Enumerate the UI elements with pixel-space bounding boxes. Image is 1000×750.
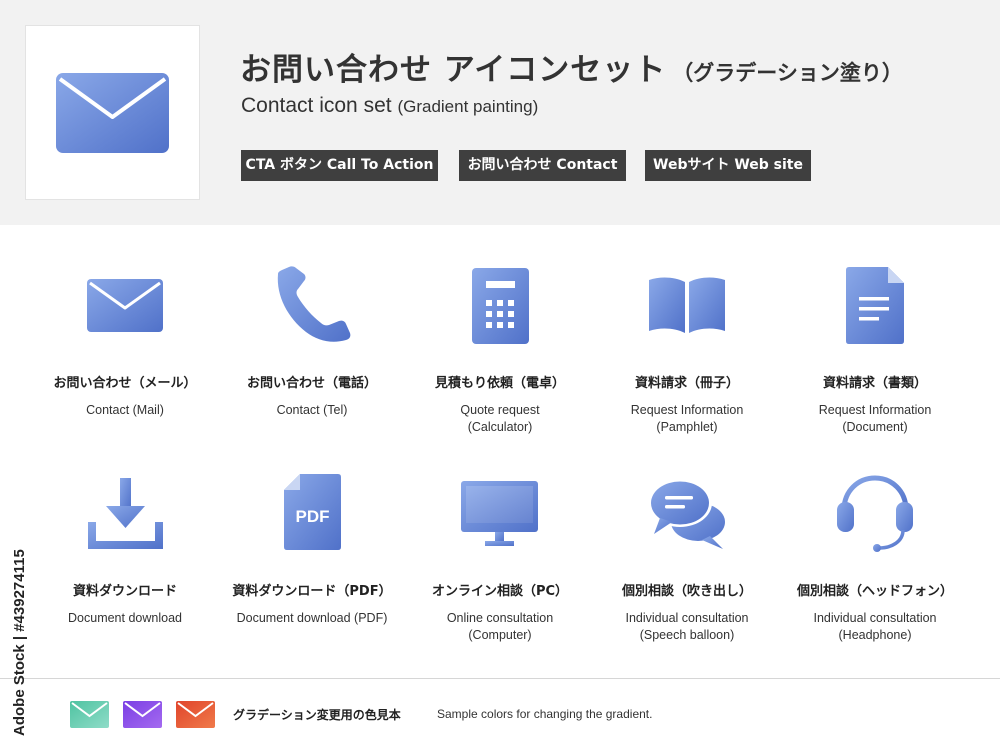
icon-card-pdf: 資料ダウンロード（PDF） Document download (PDF)	[217, 584, 407, 627]
label-en: Individual consultation (Headphone)	[813, 611, 937, 642]
label-jp: お問い合わせ（メール）	[53, 376, 197, 391]
calculator-icon	[472, 268, 529, 344]
footer-label-jp: グラデーション変更用の色見本	[233, 708, 401, 722]
label-jp: 資料請求（書類）	[822, 376, 927, 391]
pdf-label: PDF	[296, 507, 330, 526]
label-jp: オンライン相談（PC）	[431, 584, 569, 599]
tag-website: Webサイト Web site	[645, 150, 811, 181]
icon-card-speech-balloon: 個別相談（吹き出し） Individual consultation (Spee…	[592, 584, 782, 644]
stock-id-text: Adobe Stock | #439274115	[11, 549, 28, 736]
swatch-teal-mail-icon	[70, 701, 109, 728]
label-jp: お問い合わせ（電話）	[246, 376, 377, 391]
header-panel: お問い合わせ アイコンセット （グラデーション塗り） Contact icon s…	[0, 0, 1000, 225]
icon-card-computer: オンライン相談（PC） Online consultation (Compute…	[405, 584, 595, 644]
mail-icon	[56, 72, 169, 153]
open-book-icon	[649, 277, 725, 333]
stock-id-watermark: Adobe Stock | #439274115	[11, 549, 28, 736]
headset-icon	[837, 475, 913, 552]
icon-card-mail: お問い合わせ（メール） Contact (Mail)	[30, 376, 220, 419]
title-en-main: Contact icon set	[241, 94, 392, 117]
document-icon	[846, 267, 904, 344]
title-jp-main: お問い合わせ アイコンセット	[240, 52, 667, 88]
label-en: Contact (Tel)	[276, 403, 348, 417]
label-en: Document download	[68, 611, 182, 625]
swatch-orange-mail-icon	[176, 701, 215, 728]
icon-card-document: 資料請求（書類） Request Information (Document)	[780, 376, 970, 436]
label-en: Document download (PDF)	[236, 611, 388, 625]
label-jp: 個別相談（ヘッドフォン）	[796, 584, 953, 599]
pdf-file-icon: PDF	[284, 474, 341, 550]
icon-card-pamphlet: 資料請求（冊子） Request Information (Pamphlet)	[592, 376, 782, 436]
label-jp: 資料ダウンロード	[72, 584, 177, 599]
label-en: Individual consultation (Speech balloon)	[625, 611, 749, 642]
label-en: Request Information (Pamphlet)	[630, 403, 744, 434]
icon-card-download: 資料ダウンロード Document download	[30, 584, 220, 627]
tag-cta: CTA ボタン Call To Action	[241, 150, 438, 181]
swatch-purple-mail-icon	[123, 701, 162, 728]
page-subtitle: Contact icon set (Gradient painting)	[241, 94, 538, 118]
label-en: Quote request (Calculator)	[460, 403, 540, 434]
tag-contact: お問い合わせ Contact	[459, 150, 626, 181]
label-jp: 資料ダウンロード（PDF）	[232, 584, 392, 599]
footer-label-en: Sample colors for changing the gradient.	[437, 707, 653, 721]
monitor-icon	[461, 481, 538, 546]
hero-icon-box	[25, 25, 200, 200]
icon-card-headphone: 個別相談（ヘッドフォン） Individual consultation (He…	[780, 584, 970, 644]
mail-icon	[87, 279, 163, 332]
speech-balloon-icon	[648, 479, 725, 549]
label-jp: 資料請求（冊子）	[634, 376, 739, 391]
label-en: Contact (Mail)	[86, 403, 164, 417]
icon-card-calculator: 見積もり依頼（電卓） Quote request (Calculator)	[405, 376, 595, 436]
label-en: Request Information (Document)	[818, 403, 932, 434]
title-jp-sub: （グラデーション塗り）	[672, 61, 903, 85]
label-jp: 見積もり依頼（電卓）	[434, 376, 565, 391]
footer-divider	[0, 678, 1000, 679]
download-icon	[88, 478, 163, 549]
label-en: Online consultation (Computer)	[446, 611, 554, 642]
phone-icon	[277, 266, 351, 342]
label-jp: 個別相談（吹き出し）	[621, 584, 752, 599]
icon-card-phone: お問い合わせ（電話） Contact (Tel)	[217, 376, 407, 419]
title-en-sub: (Gradient painting)	[397, 97, 539, 116]
page-title: お問い合わせ アイコンセット （グラデーション塗り）	[240, 44, 903, 89]
